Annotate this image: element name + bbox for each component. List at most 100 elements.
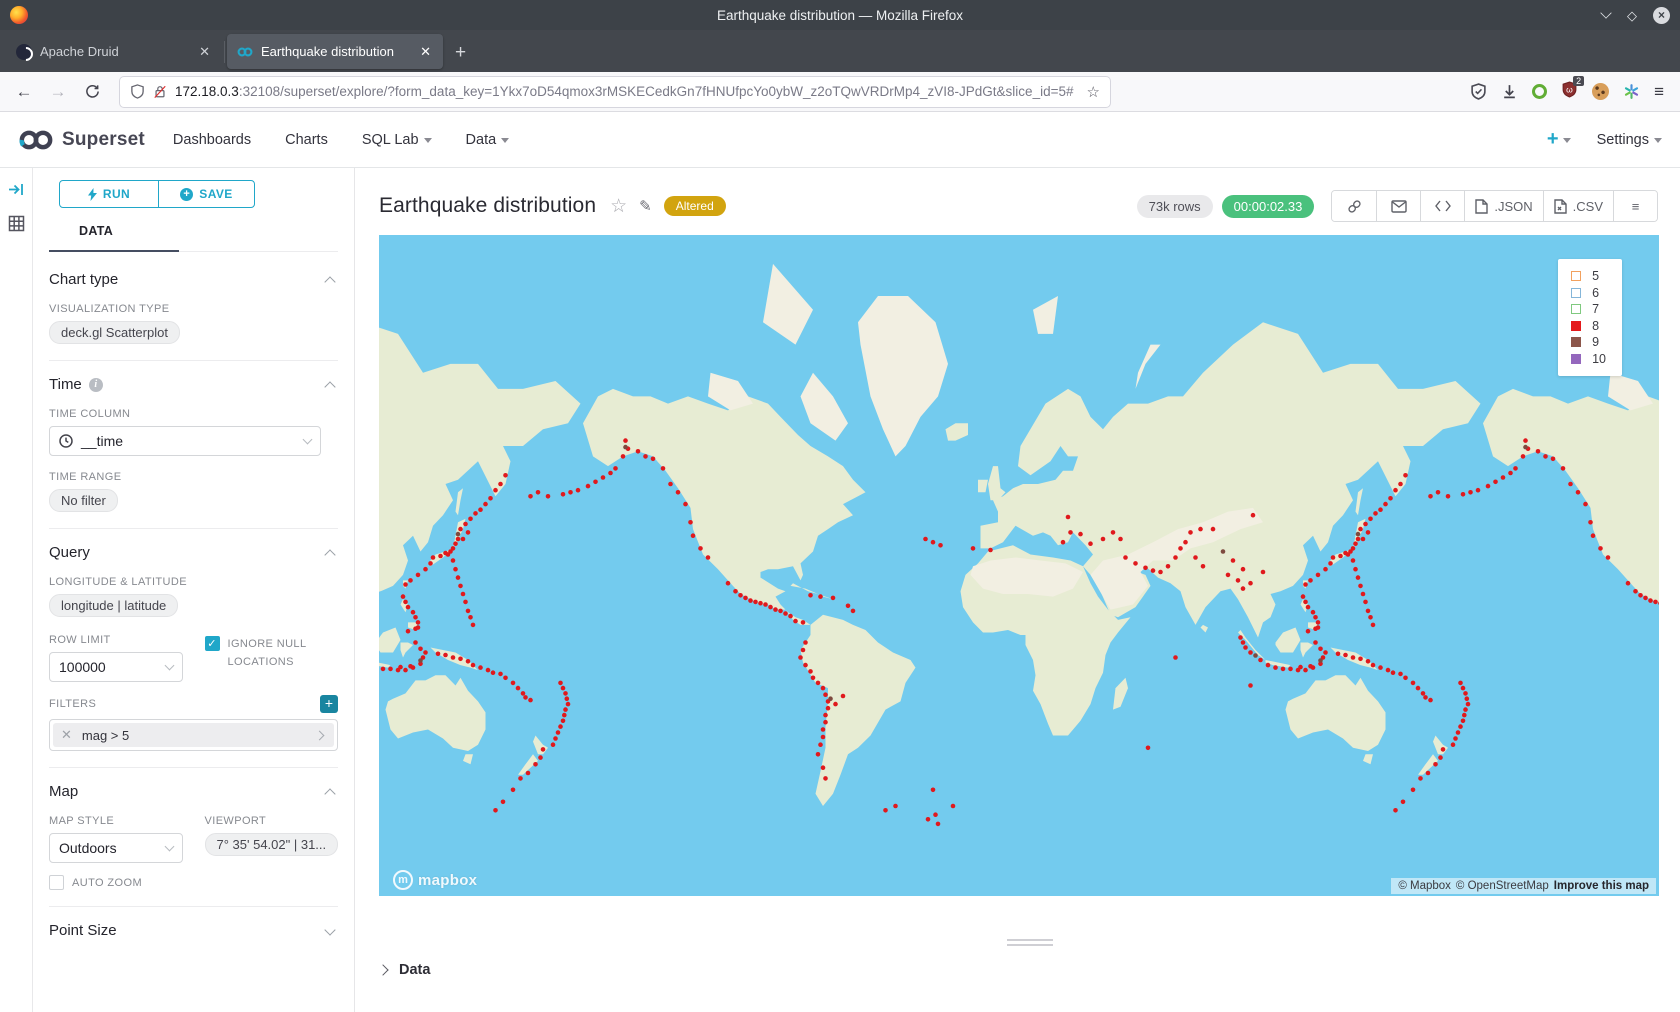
earthquake-point[interactable] [493,808,498,813]
earthquake-point[interactable] [518,776,523,781]
earthquake-point[interactable] [1433,762,1438,767]
earthquake-point[interactable] [1441,747,1446,752]
earthquake-point[interactable] [763,602,768,607]
earthquake-point[interactable] [1383,502,1388,507]
earthquake-point[interactable] [1543,454,1548,459]
earthquake-point[interactable] [951,804,956,809]
earthquake-point[interactable] [621,454,626,459]
map-style-select[interactable]: Outdoors [49,833,183,863]
earthquake-point[interactable] [1288,667,1293,672]
tab-earthquake-distribution[interactable]: Earthquake distribution ✕ [227,34,443,69]
earthquake-point[interactable] [511,681,516,686]
earthquake-point[interactable] [1508,471,1513,476]
insecure-lock-icon[interactable] [153,84,167,99]
earthquake-point[interactable] [1118,537,1123,542]
earthquake-point[interactable] [565,696,570,701]
earthquake-point[interactable] [418,658,423,663]
earthquake-point[interactable] [1626,581,1631,586]
earthquake-point[interactable] [1241,567,1246,572]
add-filter-button[interactable]: + [320,695,338,713]
tab-close-icon[interactable]: ✕ [197,44,212,60]
earthquake-point[interactable] [466,530,471,535]
earthquake-point[interactable] [936,822,941,827]
earthquake-point[interactable] [1583,502,1588,507]
earthquake-point[interactable] [406,629,411,634]
earthquake-point[interactable] [926,817,931,822]
earthquake-point[interactable] [478,665,483,670]
earthquake-point[interactable] [438,554,443,559]
copy-link-button[interactable] [1332,191,1376,221]
earthquake-point[interactable] [1463,707,1468,712]
earthquake-point[interactable] [1403,676,1408,681]
earthquake-point[interactable] [798,655,803,660]
earthquake-point[interactable] [401,594,406,599]
earthquake-point[interactable] [1411,788,1416,793]
earthquake-point[interactable] [1166,564,1171,569]
earthquake-point[interactable] [1388,496,1393,501]
earthquake-point[interactable] [1361,592,1366,597]
earthquake-point[interactable] [411,610,416,615]
earthquake-point[interactable] [493,488,498,493]
earthquake-point[interactable] [1323,567,1328,572]
earthquake-point[interactable] [466,609,471,614]
viewport-value[interactable]: 7° 35' 54.02" | 31... [205,833,339,856]
earthquake-point[interactable] [451,655,456,660]
earthquake-point[interactable] [483,502,488,507]
earthquake-point[interactable] [623,445,628,450]
earthquake-point[interactable] [381,667,386,672]
tab-apache-druid[interactable]: Apache Druid ✕ [6,34,222,69]
attribution-mapbox[interactable]: © Mapbox [1398,880,1451,892]
earthquake-point[interactable] [1243,645,1248,650]
deckgl-map[interactable]: 5678910 m mapbox © Mapbox © OpenStreetMa… [379,235,1659,896]
earthquake-point[interactable] [803,663,808,668]
earthquake-point[interactable] [1351,655,1356,660]
window-minimize-button[interactable] [1600,7,1611,18]
earthquake-point[interactable] [1591,533,1596,538]
settings-menu[interactable]: Settings [1597,132,1662,148]
earthquake-point[interactable] [561,719,566,724]
earthquake-point[interactable] [406,605,411,610]
earthquake-point[interactable] [461,592,466,597]
earthquake-point[interactable] [683,502,688,507]
earthquake-point[interactable] [463,522,468,527]
earthquake-point[interactable] [451,546,456,551]
panel-resize-handle[interactable] [1007,939,1053,946]
earthquake-point[interactable] [676,490,681,495]
earthquake-point[interactable] [562,713,567,718]
earthquake-point[interactable] [1523,438,1528,443]
earthquake-point[interactable] [933,812,938,817]
earthquake-point[interactable] [1298,665,1303,670]
tab-data[interactable]: DATA [79,224,113,238]
earthquake-point[interactable] [1173,655,1178,660]
downloads-icon[interactable] [1501,83,1518,100]
earthquake-point[interactable] [1423,695,1428,700]
earthquake-point[interactable] [1266,663,1271,668]
earthquake-point[interactable] [883,808,888,813]
earthquake-point[interactable] [1311,610,1316,615]
earthquake-point[interactable] [1078,532,1083,537]
legend-item-9[interactable]: 9 [1571,334,1606,351]
earthquake-point[interactable] [503,473,508,478]
earthquake-point[interactable] [1588,520,1593,525]
earthquake-point[interactable] [823,776,828,781]
earthquake-point[interactable] [821,765,826,770]
earthquake-point[interactable] [456,537,461,542]
earthquake-point[interactable] [1513,466,1518,471]
earthquake-point[interactable] [818,594,823,599]
earthquake-point[interactable] [823,720,828,725]
earthquake-point[interactable] [821,735,826,740]
earthquake-point[interactable] [413,615,418,620]
time-range-value[interactable]: No filter [49,489,118,512]
earthquake-point[interactable] [558,724,563,729]
remove-filter-icon[interactable]: ✕ [61,727,72,743]
attribution-improve-link[interactable]: Improve this map [1554,880,1649,892]
earthquake-point[interactable] [826,706,831,711]
earthquake-point[interactable] [458,527,463,532]
earthquake-point[interactable] [1328,561,1333,566]
earthquake-point[interactable] [1643,596,1648,601]
forward-button[interactable]: → [44,78,72,106]
earthquake-point[interactable] [1368,615,1373,620]
earthquake-point[interactable] [521,691,526,696]
legend-item-6[interactable]: 6 [1571,285,1606,302]
earthquake-point[interactable] [1306,629,1311,634]
